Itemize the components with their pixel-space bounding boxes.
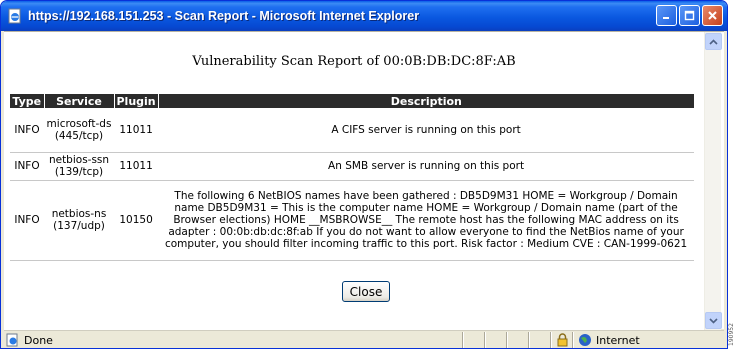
minimize-icon bbox=[663, 17, 669, 19]
cell-service: microsoft-ds (445/tcp) bbox=[44, 108, 114, 153]
cell-description: An SMB server is running on this port bbox=[158, 152, 694, 181]
cell-type: INFO bbox=[10, 108, 44, 153]
cell-description: The following 6 NetBIOS names have been … bbox=[158, 180, 694, 261]
status-divider bbox=[528, 332, 530, 348]
close-report-button[interactable]: Close bbox=[342, 281, 390, 302]
globe-icon bbox=[579, 334, 591, 346]
maximize-icon bbox=[684, 10, 695, 21]
table-header-row: Type Service Plugin Description bbox=[10, 94, 694, 108]
status-divider bbox=[550, 332, 552, 348]
status-divider bbox=[572, 332, 574, 348]
chevron-down-icon bbox=[709, 317, 718, 324]
report-title: Vulnerability Scan Report of 00:0B:DB:DC… bbox=[192, 54, 516, 69]
cell-plugin: 10150 bbox=[114, 180, 159, 261]
figure-code: 190952 bbox=[728, 323, 735, 346]
status-text: Done bbox=[24, 333, 53, 347]
close-icon bbox=[708, 11, 717, 20]
window-title: https://192.168.151.253 - Scan Report - … bbox=[28, 9, 420, 23]
cell-type: INFO bbox=[10, 152, 44, 181]
page-content-area: Vulnerability Scan Report of 00:0B:DB:DC… bbox=[4, 31, 724, 330]
scroll-up-button[interactable] bbox=[705, 33, 722, 50]
cell-plugin: 11011 bbox=[114, 108, 159, 153]
table-row: INFO netbios-ssn (139/tcp) 11011 An SMB … bbox=[10, 152, 694, 181]
status-done: Done bbox=[6, 333, 53, 347]
cell-service: netbios-ns (137/udp) bbox=[44, 180, 114, 261]
title-bar[interactable]: https://192.168.151.253 - Scan Report - … bbox=[1, 1, 727, 31]
column-header-type: Type bbox=[10, 94, 45, 108]
side-margin bbox=[728, 0, 736, 349]
status-divider bbox=[462, 332, 464, 348]
cell-description: A CIFS server is running on this port bbox=[158, 108, 694, 153]
status-divider bbox=[506, 332, 508, 348]
cell-service: netbios-ssn (139/tcp) bbox=[44, 152, 114, 181]
status-bar: Done Internet bbox=[4, 330, 724, 348]
table-row: INFO netbios-ns (137/udp) 10150 The foll… bbox=[10, 180, 694, 261]
minimize-button[interactable] bbox=[656, 5, 677, 26]
scan-results-table: Type Service Plugin Description INFO mic… bbox=[10, 94, 694, 261]
report-page: Vulnerability Scan Report of 00:0B:DB:DC… bbox=[4, 32, 704, 330]
close-window-button[interactable] bbox=[702, 5, 723, 26]
column-header-plugin: Plugin bbox=[114, 94, 159, 108]
cell-plugin: 11011 bbox=[114, 152, 159, 181]
lock-icon bbox=[556, 333, 569, 348]
zone-text: Internet bbox=[596, 333, 640, 347]
vertical-scrollbar[interactable] bbox=[704, 32, 722, 330]
status-divider bbox=[484, 332, 486, 348]
ie-page-done-icon bbox=[6, 333, 18, 347]
scroll-down-button[interactable] bbox=[705, 312, 722, 329]
cell-type: INFO bbox=[10, 180, 44, 261]
security-zone: Internet bbox=[578, 333, 640, 347]
ie-page-icon bbox=[7, 8, 23, 24]
maximize-button[interactable] bbox=[679, 5, 700, 26]
table-row: INFO microsoft-ds (445/tcp) 11011 A CIFS… bbox=[10, 108, 694, 153]
column-header-service: Service bbox=[44, 94, 115, 108]
browser-window: https://192.168.151.253 - Scan Report - … bbox=[0, 0, 728, 349]
column-header-description: Description bbox=[158, 94, 694, 108]
chevron-up-icon bbox=[709, 38, 718, 45]
